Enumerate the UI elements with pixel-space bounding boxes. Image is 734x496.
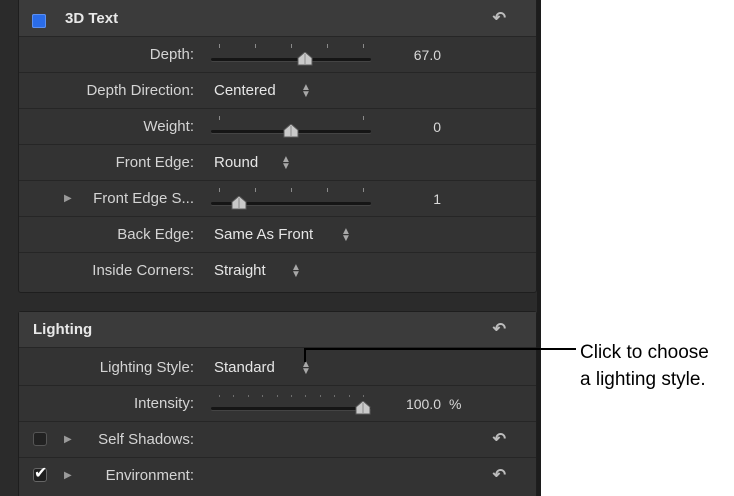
slider-track	[211, 407, 371, 410]
panel-scrollbar-track[interactable]	[537, 0, 541, 496]
param-label: Front Edge:	[115, 154, 194, 171]
slider-tick	[305, 395, 307, 397]
param-row-back-edge: Back Edge: Same As Front ▲ ▼	[19, 217, 536, 253]
group-title: 3D Text	[65, 10, 119, 27]
callout-leader-horizontal	[304, 348, 576, 350]
slider-tick	[276, 395, 278, 397]
param-label: Inside Corners:	[92, 262, 194, 279]
intensity-unit: %	[449, 396, 462, 412]
slider-thumb-icon[interactable]	[297, 52, 313, 66]
param-row-depth: Depth: 67.0	[19, 37, 536, 73]
param-label: Depth Direction:	[86, 82, 194, 99]
param-label: Lighting Style:	[99, 359, 194, 376]
slider-tick	[247, 395, 249, 397]
param-row-weight: Weight: 0	[19, 109, 536, 145]
slider-tick	[262, 395, 264, 397]
slider-tick	[363, 395, 364, 397]
group-enable-checkbox[interactable]	[32, 14, 46, 28]
param-row-environment: ✔ ▶ Environment: ↶	[19, 458, 536, 494]
callout-line-1: Click to choose	[580, 342, 709, 363]
back-edge-popup[interactable]: Same As Front	[214, 217, 313, 253]
environment-checkbox[interactable]: ✔	[33, 465, 48, 482]
inspector-panel: 3D Text ↶ Depth: 67.0 Depth Direction: C…	[0, 0, 541, 496]
group-lighting-header: Lighting ↶	[19, 312, 536, 348]
param-label: Self Shadows:	[98, 431, 194, 448]
self-shadows-checkbox[interactable]	[33, 432, 47, 446]
param-label: Weight:	[143, 118, 194, 135]
param-label: Environment:	[105, 467, 194, 484]
reset-icon[interactable]: ↶	[493, 312, 506, 348]
param-label: Front Edge S...	[93, 190, 194, 207]
slider-tick	[233, 395, 235, 397]
param-row-self-shadows: ▶ Self Shadows: ↶	[19, 422, 536, 458]
param-row-intensity: Intensity: 100.0 %	[19, 386, 536, 422]
front-edge-size-value-field[interactable]: 1	[389, 181, 441, 217]
reset-icon[interactable]: ↶	[493, 1, 506, 37]
param-label: Back Edge:	[117, 226, 194, 243]
weight-value-field[interactable]: 0	[389, 109, 441, 145]
callout-leader-vertical	[304, 348, 306, 362]
weight-slider[interactable]	[211, 109, 371, 145]
disclosure-triangle-icon[interactable]: ▶	[64, 458, 72, 494]
callout-line-2: a lighting style.	[580, 369, 706, 390]
slider-tick	[255, 188, 256, 192]
group-title: Lighting	[33, 321, 93, 338]
depth-direction-popup[interactable]: Centered	[214, 73, 276, 109]
slider-tick	[219, 116, 220, 120]
group-lighting: Lighting ↶ Lighting Style: Standard ▲ ▼ I…	[18, 311, 537, 496]
param-row-inside-corners: Inside Corners: Straight ▲ ▼	[19, 253, 536, 289]
group-3d-text-header: 3D Text ↶	[19, 0, 536, 37]
slider-tick	[255, 44, 256, 48]
slider-tick	[219, 44, 220, 48]
depth-value-field[interactable]: 67.0	[389, 37, 441, 73]
slider-tick	[363, 116, 364, 120]
param-row-depth-direction: Depth Direction: Centered ▲ ▼	[19, 73, 536, 109]
group-3d-text: 3D Text ↶ Depth: 67.0 Depth Direction: C…	[18, 0, 537, 293]
param-label: Depth:	[149, 46, 194, 63]
slider-tick	[327, 188, 328, 192]
param-row-front-edge: Front Edge: Round ▲ ▼	[19, 145, 536, 181]
front-edge-popup[interactable]: Round	[214, 145, 258, 181]
callout-text: Click to choose a lighting style.	[580, 339, 709, 393]
slider-tick	[219, 395, 220, 397]
front-edge-size-slider[interactable]	[211, 181, 371, 217]
slider-tick	[291, 188, 292, 192]
slider-thumb-icon[interactable]	[283, 124, 299, 138]
checkmark-icon: ✔	[34, 465, 48, 482]
reset-icon[interactable]: ↶	[493, 458, 506, 494]
slider-tick	[363, 44, 364, 48]
inside-corners-popup[interactable]: Straight	[214, 253, 266, 289]
reset-icon[interactable]: ↶	[493, 422, 506, 458]
param-row-lighting-style: Lighting Style: Standard ▲ ▼	[19, 350, 536, 386]
disclosure-triangle-icon[interactable]: ▶	[64, 181, 72, 217]
slider-tick	[348, 395, 350, 397]
slider-tick	[291, 44, 292, 48]
slider-tick	[327, 44, 328, 48]
intensity-slider[interactable]	[211, 386, 371, 422]
slider-tick	[291, 395, 292, 397]
intensity-value-field[interactable]: 100.0	[379, 386, 441, 422]
slider-track	[211, 58, 371, 61]
slider-tick	[319, 395, 321, 397]
disclosure-triangle-icon[interactable]: ▶	[64, 422, 72, 458]
slider-tick	[363, 188, 364, 192]
depth-slider[interactable]	[211, 37, 371, 73]
slider-thumb-icon[interactable]	[355, 401, 371, 415]
param-row-front-edge-size: ▶ Front Edge S... 1	[19, 181, 536, 217]
slider-thumb-icon[interactable]	[231, 196, 247, 210]
slider-tick	[219, 188, 220, 192]
lighting-style-popup[interactable]: Standard	[214, 350, 275, 386]
param-label: Intensity:	[133, 395, 194, 412]
slider-tick	[334, 395, 336, 397]
